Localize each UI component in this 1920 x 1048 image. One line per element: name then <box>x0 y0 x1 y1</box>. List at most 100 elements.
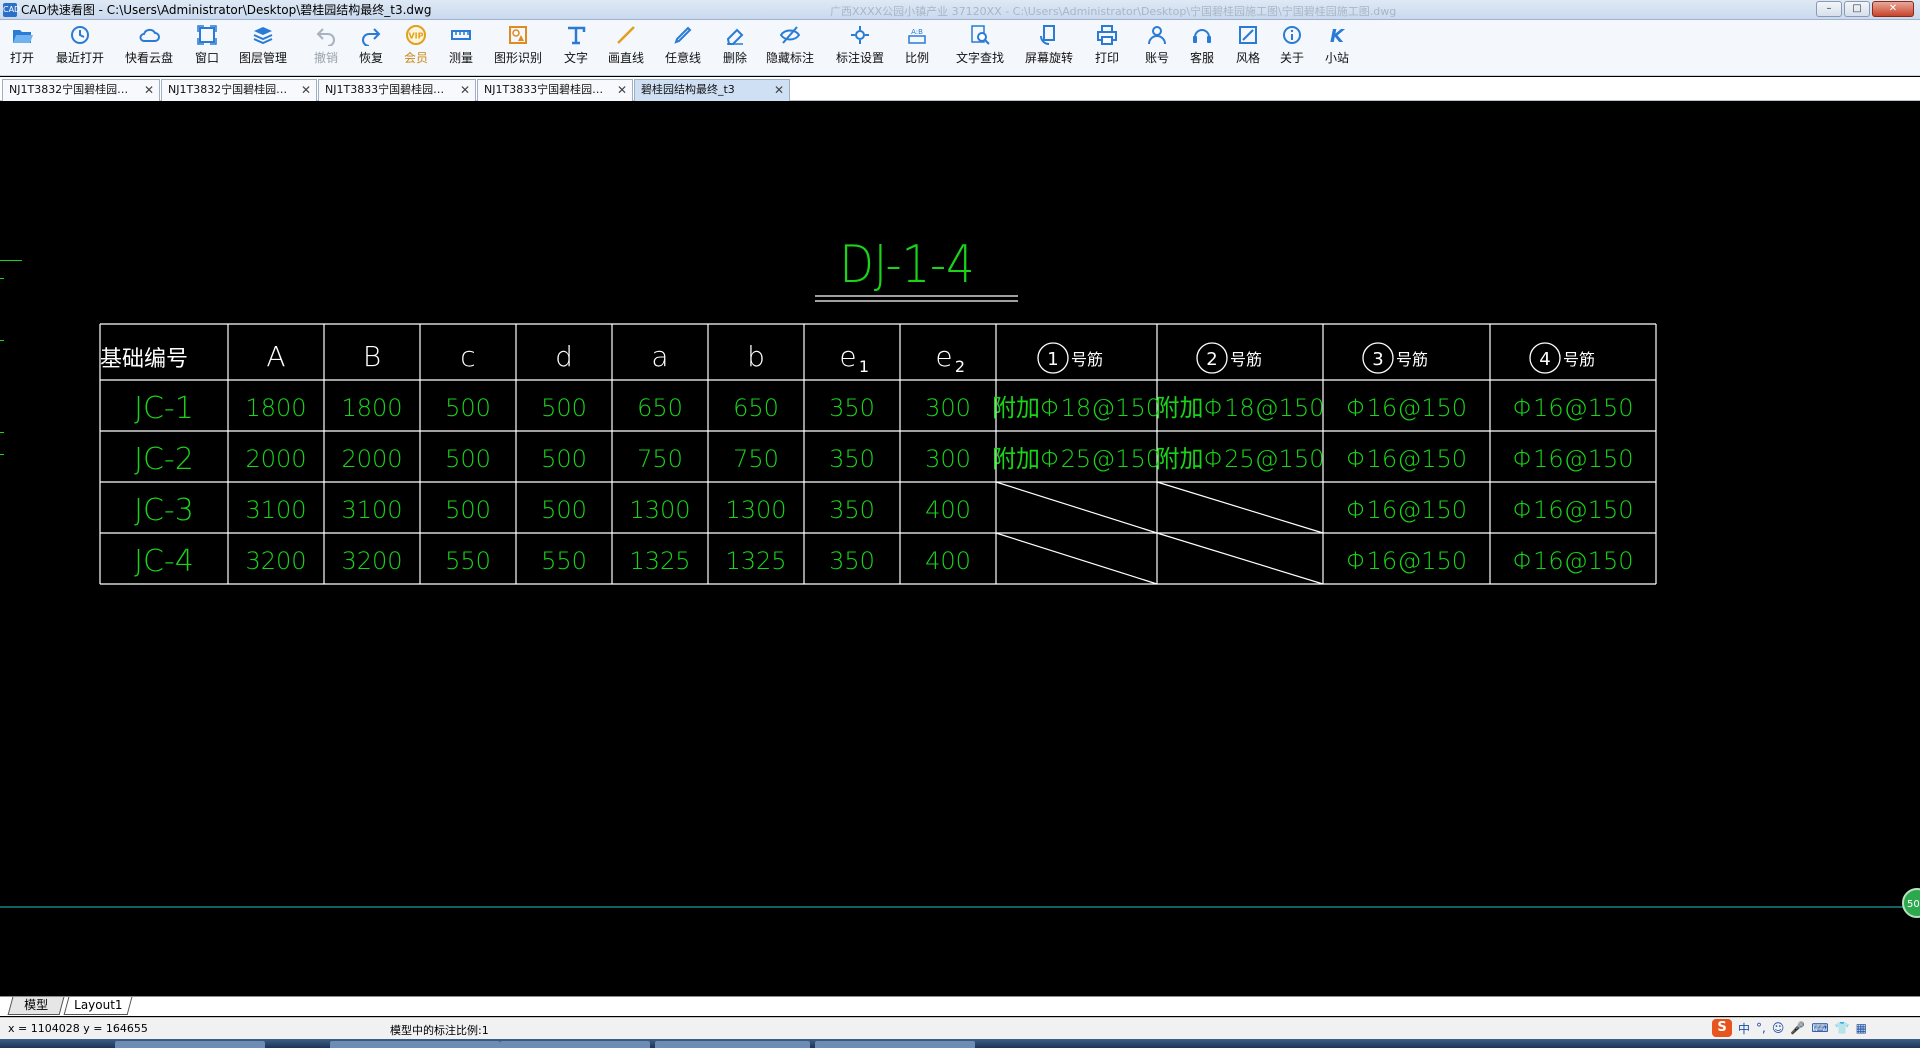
app-icon: CAD <box>3 2 20 17</box>
document-tab[interactable]: NJ1T3832宁国碧桂园… ✕ <box>161 79 317 101</box>
dimension-value: 500 <box>445 394 491 422</box>
minimize-button[interactable]: – <box>1816 1 1842 17</box>
vip-button[interactable]: VIP 会员 <box>404 22 428 74</box>
tab-close-icon[interactable]: ✕ <box>301 80 311 100</box>
maximize-button[interactable]: □ <box>1844 1 1870 17</box>
document-tab[interactable]: NJ1T3833宁国碧桂园… ✕ <box>318 79 476 101</box>
tab-close-icon[interactable]: ✕ <box>144 80 154 100</box>
freeline-button[interactable]: 任意线 <box>665 22 701 74</box>
rebar-spec: Φ16@150 <box>1346 394 1467 422</box>
sogou-ime-icon[interactable]: S <box>1712 1019 1732 1037</box>
rebar-spec: Φ16@150 <box>1513 547 1634 575</box>
text-button[interactable]: 文字 <box>564 22 588 74</box>
ime-item[interactable]: 👕 <box>1835 1021 1850 1035</box>
redo-button[interactable]: 恢复 <box>359 22 383 74</box>
open-button[interactable]: 打开 <box>10 22 34 74</box>
document-tab-label: NJ1T3833宁国碧桂园… <box>325 83 445 96</box>
circled-number-text: 2 <box>1206 349 1217 370</box>
shape-recog-button[interactable]: 图形识别 <box>494 22 542 74</box>
ime-item[interactable]: ☺ <box>1772 1021 1785 1035</box>
window-button[interactable]: 窗口 <box>195 22 219 74</box>
dimension-value: 650 <box>637 394 683 422</box>
tab-close-icon[interactable]: ✕ <box>774 80 784 100</box>
tab-close-icon[interactable]: ✕ <box>617 80 627 100</box>
account-button[interactable]: 账号 <box>1145 22 1169 74</box>
ime-item[interactable]: ⌨ <box>1811 1021 1828 1035</box>
dimension-value: 1325 <box>629 547 690 575</box>
freeline-label: 任意线 <box>665 51 702 65</box>
text-find-label: 文字查找 <box>956 51 1005 65</box>
taskbar-item[interactable] <box>500 1041 650 1048</box>
about-button[interactable]: 关于 <box>1280 22 1304 74</box>
document-tab-label: NJ1T3832宁国碧桂园… <box>9 83 129 96</box>
eye-hide-icon <box>778 22 802 48</box>
annotation-scale: 模型中的标注比例:1 <box>390 1024 489 1037</box>
rebar-spec: Φ16@150 <box>1513 445 1634 473</box>
ime-toolbar: S 中 °, ☺ 🎤 ⌨ 👕 ▦ <box>1712 1019 1867 1037</box>
window-controls: – □ ✕ <box>1816 1 1914 17</box>
recent-label: 最近打开 <box>56 51 105 65</box>
rebar-suffix: 号筋 <box>1071 350 1103 369</box>
taskbar-item[interactable] <box>815 1041 975 1048</box>
layers-button[interactable]: 图层管理 <box>239 22 287 74</box>
header-cell: c <box>460 340 475 373</box>
rebar-spec: Φ16@150 <box>1346 547 1467 575</box>
rebar-suffix: 号筋 <box>1563 350 1595 369</box>
line-button[interactable]: 画直线 <box>608 22 644 74</box>
line-icon <box>614 22 638 48</box>
delete-button[interactable]: 删除 <box>723 22 747 74</box>
text-find-button[interactable]: 文字查找 <box>956 22 1004 74</box>
ime-item[interactable]: 🎤 <box>1790 1021 1805 1035</box>
service-button[interactable]: 客服 <box>1190 22 1214 74</box>
measure-button[interactable]: 测量 <box>449 22 473 74</box>
taskbar-item[interactable] <box>330 1041 500 1048</box>
dimension-value: 300 <box>925 394 971 422</box>
open-label: 打开 <box>10 51 35 65</box>
undo-button[interactable]: 撤销 <box>314 22 338 74</box>
tab-close-icon[interactable]: ✕ <box>460 80 470 100</box>
eraser-icon <box>723 22 747 48</box>
recent-button[interactable]: 最近打开 <box>56 22 104 74</box>
anno-settings-button[interactable]: 标注设置 <box>836 22 884 74</box>
tab-layout1[interactable]: Layout1 <box>63 997 133 1015</box>
station-button[interactable]: K 小站 <box>1325 22 1349 74</box>
document-tab[interactable]: NJ1T3832宁国碧桂园… ✕ <box>2 79 160 101</box>
style-label: 风格 <box>1236 51 1261 65</box>
document-tab[interactable]: 碧桂园结构最终_t3 ✕ <box>634 79 790 101</box>
style-button[interactable]: 风格 <box>1236 22 1260 74</box>
drawing-canvas[interactable]: DJ-1-4 基础编号 A Bc d a b e 1 e 2 1 号筋 2 号筋 3 号筋 4 号筋 JC-1 1800… <box>0 102 1920 996</box>
document-tab[interactable]: NJ1T3833宁国碧桂园… ✕ <box>477 79 633 101</box>
station-label: 小站 <box>1325 51 1350 65</box>
text-icon <box>564 22 588 48</box>
document-tab-label: NJ1T3832宁国碧桂园… <box>168 83 288 96</box>
hide-anno-button[interactable]: 隐藏标注 <box>766 22 814 74</box>
layout-tabs: 模型 Layout1 <box>0 996 1920 1016</box>
rebar-spec: 附加Φ18@150 <box>1156 394 1325 422</box>
dimension-value: 3200 <box>341 547 402 575</box>
k-logo-icon: K <box>1325 22 1349 48</box>
ime-item[interactable]: 中 <box>1738 1020 1750 1037</box>
rebar-spec: Φ16@150 <box>1346 496 1467 524</box>
svg-text:K: K <box>1330 26 1346 46</box>
folder-open-icon <box>10 22 34 48</box>
rebar-spec: Φ16@150 <box>1513 394 1634 422</box>
layers-label: 图层管理 <box>239 51 288 65</box>
cloud-button[interactable]: 快看云盘 <box>125 22 173 74</box>
dimension-value: 500 <box>541 445 587 473</box>
dimension-value: 1325 <box>725 547 786 575</box>
taskbar-item[interactable] <box>115 1041 265 1048</box>
dimension-value: 550 <box>541 547 587 575</box>
taskbar-item[interactable] <box>655 1041 810 1048</box>
user-icon <box>1145 22 1169 48</box>
scale-button[interactable]: A:B 比例 <box>905 22 929 74</box>
close-button[interactable]: ✕ <box>1872 1 1914 17</box>
rotate-label: 屏幕旋转 <box>1025 51 1074 65</box>
ime-item[interactable]: °, <box>1756 1021 1766 1035</box>
rotate-button[interactable]: 屏幕旋转 <box>1025 22 1073 74</box>
ime-item[interactable]: ▦ <box>1856 1021 1867 1035</box>
empty-cell-slash <box>1156 532 1324 585</box>
rebar-spec: 附加Φ25@150 <box>992 445 1161 473</box>
tab-model[interactable]: 模型 <box>7 997 65 1015</box>
cursor-coordinates: x = 1104028 y = 164655 <box>8 1022 148 1035</box>
print-button[interactable]: 打印 <box>1095 22 1119 74</box>
